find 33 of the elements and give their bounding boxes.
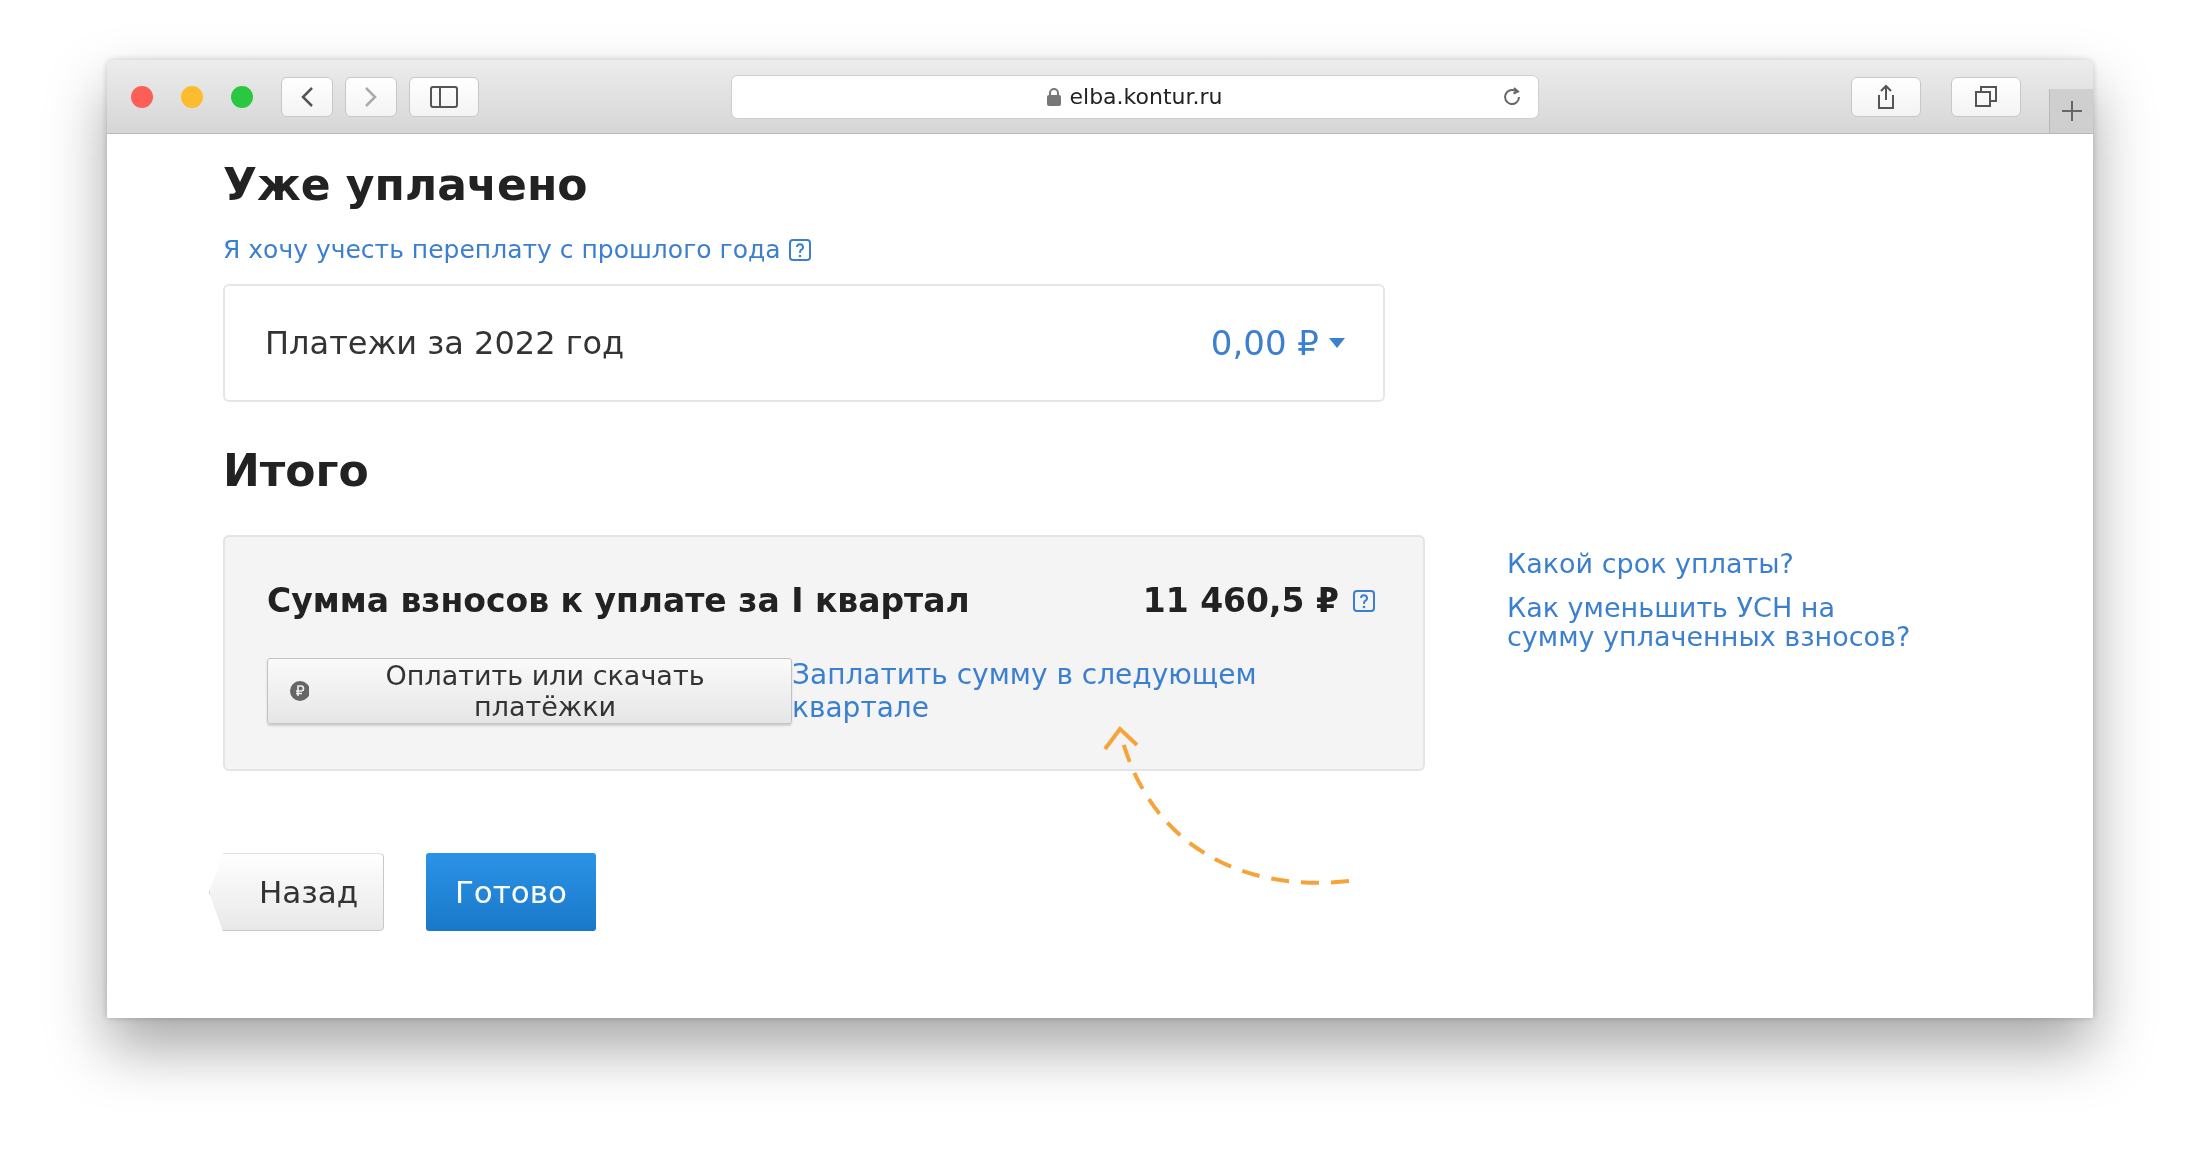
help-icon[interactable] <box>788 238 811 261</box>
help-link[interactable]: Как уменьшить УСН на сумму уплаченных взносов? <box>1507 592 1927 653</box>
forward-nav-button[interactable] <box>345 76 397 117</box>
sidebar-button[interactable] <box>409 76 479 117</box>
ruble-coin-icon <box>290 681 310 702</box>
share-button[interactable] <box>1851 76 1921 117</box>
overpayment-link[interactable]: Я хочу учесть переплату с прошлого года <box>223 235 781 265</box>
summary-label: Сумма взносов к уплате за I квартал <box>267 581 970 621</box>
summary-amount: 11 460,5 ₽ <box>1142 581 1339 621</box>
address-bar[interactable]: elba.kontur.ru <box>731 74 1539 119</box>
done-button[interactable]: Готово <box>426 853 596 932</box>
back-button[interactable]: Назад <box>209 853 384 932</box>
sidebar-icon <box>430 85 458 108</box>
payments-amount-dropdown[interactable]: 0,00 ₽ <box>1210 323 1345 364</box>
help-link[interactable]: Какой срок уплаты? <box>1507 549 1927 579</box>
back-nav-button[interactable] <box>281 76 333 117</box>
caret-icon <box>1329 338 1345 349</box>
chevron-right-icon <box>364 85 378 108</box>
tabs-icon <box>1974 84 1998 109</box>
help-icon[interactable] <box>1353 589 1375 612</box>
section-heading: Итого <box>223 444 370 499</box>
tabs-button[interactable] <box>1951 76 2021 117</box>
section-heading: Уже уплачено <box>223 158 589 212</box>
defer-payment-link[interactable]: Заплатить сумму в следующем квартале <box>792 658 1375 725</box>
new-tab-button[interactable] <box>2049 89 2093 133</box>
pay-button[interactable]: Оплатить или скачать платёжки <box>267 658 793 725</box>
plus-icon <box>2060 100 2083 122</box>
url-text: elba.kontur.ru <box>1069 84 1223 109</box>
close-window-icon[interactable] <box>131 85 153 108</box>
payments-label: Платежи за 2022 год <box>265 324 625 363</box>
lock-icon <box>1047 87 1062 106</box>
share-icon <box>1875 83 1897 110</box>
chevron-left-icon <box>300 85 314 108</box>
